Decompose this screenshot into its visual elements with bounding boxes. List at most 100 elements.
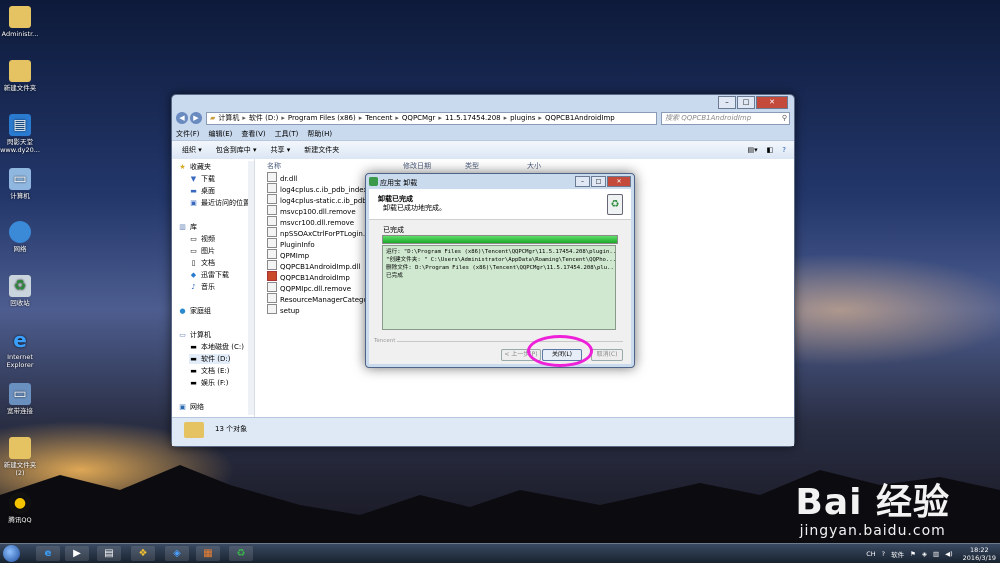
nav-homegroup[interactable]: ● 家庭组 [178, 306, 211, 316]
file-row[interactable]: msvcp100.dll.remove [267, 205, 356, 216]
nav-documents[interactable]: ▯ 文档 [189, 258, 215, 268]
close-button[interactable]: ✕ [756, 96, 788, 109]
nav-network[interactable]: ▣ 网络 [178, 402, 204, 412]
view-options-icon[interactable]: ▤▾ [748, 146, 758, 154]
col-type[interactable]: 类型 [465, 161, 479, 171]
dll-file-icon [267, 227, 277, 237]
search-icon[interactable]: ⚲ [782, 113, 787, 124]
taskbar-security-icon[interactable]: ◈ [165, 546, 189, 561]
file-row[interactable]: setup [267, 304, 300, 315]
organize-button[interactable]: 组织 ▾ [182, 145, 202, 155]
details-log[interactable]: 运行: "D:\Program Files (x86)\Tencent\QQPC… [382, 245, 616, 330]
address-bar[interactable]: ▰ 计算机 ▸ 软件 (D:) ▸ Program Files (x86) ▸ Ten… [206, 111, 657, 125]
back-button[interactable]: ◀ [176, 112, 188, 124]
file-row[interactable]: dr.dll [267, 172, 297, 183]
broadband-icon: ▭ [9, 383, 31, 405]
new-folder-button[interactable]: 新建文件夹 [304, 145, 339, 155]
share-button[interactable]: 共享 ▾ [271, 145, 291, 155]
minimize-button[interactable]: – [718, 96, 736, 109]
input-language[interactable]: CH [866, 550, 875, 558]
help-icon[interactable]: ? [882, 550, 885, 558]
dialog-maximize-button[interactable]: □ [591, 176, 606, 187]
file-row[interactable]: log4cplus.c.ib_pdb_index [267, 183, 368, 194]
taskbar-ie-icon[interactable]: e [36, 546, 60, 561]
nav-drive-d[interactable]: ▬ 软件 (D:) [189, 354, 231, 364]
dll-file-icon [267, 260, 277, 270]
desktop-icon-network[interactable]: 网络 [0, 221, 40, 253]
nav-downloads[interactable]: ▼ 下载 [189, 174, 215, 184]
uninstall-dialog[interactable]: 应用宝 卸载 – □ ✕ 卸载已完成 卸载已成功地完成。 ♻ 已完成 运行: "… [365, 173, 635, 368]
desktop-icon-recycle-bin[interactable]: ♻ 回收站 [0, 275, 40, 307]
nav-computer[interactable]: ▭ 计算机 [178, 330, 211, 340]
breadcrumb-tencent[interactable]: Tencent [365, 114, 392, 122]
breadcrumb-qqpcmgr[interactable]: QQPCMgr [402, 114, 436, 122]
nav-scrollbar[interactable] [248, 161, 254, 415]
file-row[interactable]: npSSOAxCtrlForPTLogin.dll [267, 227, 373, 238]
dialog-close-x-button[interactable]: ✕ [607, 176, 631, 187]
clock[interactable]: 18:22 2016/3/19 [963, 546, 996, 562]
breadcrumb-drive-d[interactable]: 软件 (D:) [249, 113, 278, 123]
preview-pane-icon[interactable]: ◧ [767, 146, 774, 154]
nav-pictures[interactable]: ▭ 图片 [189, 246, 215, 256]
menu-tools[interactable]: 工具(T) [275, 129, 299, 139]
taskbar-app-icon[interactable]: ❖ [131, 546, 155, 561]
file-row[interactable]: PluginInfo [267, 238, 315, 249]
file-row[interactable]: QPMImp [267, 249, 309, 260]
desktop-icon-administrator[interactable]: Administr... [0, 6, 40, 38]
file-row[interactable]: QQPCB1AndroidImp.dll [267, 260, 360, 271]
help-icon[interactable]: ? [782, 146, 786, 154]
flag-icon[interactable]: ⚑ [910, 550, 916, 558]
start-button[interactable] [3, 545, 20, 562]
desktop-icon-computer[interactable]: ▭ 计算机 [0, 168, 40, 200]
nav-videos[interactable]: ▭ 视频 [189, 234, 215, 244]
taskbar-media-player-icon[interactable]: ▶ [65, 546, 89, 561]
watermark-brand: Bai 经验 [795, 482, 950, 523]
taskbar-grid-app-icon[interactable]: ▦ [196, 546, 220, 561]
breadcrumb-plugins[interactable]: plugins [510, 114, 535, 122]
file-icon [267, 194, 277, 204]
title-bar[interactable] [172, 95, 794, 109]
file-row[interactable]: msvcr100.dll.remove [267, 216, 354, 227]
file-row[interactable]: QQPMIpc.dll.remove [267, 282, 351, 293]
cancel-button[interactable]: 取消(C) [591, 349, 623, 361]
nav-libraries[interactable]: ▥ 库 [178, 222, 197, 232]
nav-drive-f[interactable]: ▬ 娱乐 (F:) [189, 378, 228, 388]
menu-file[interactable]: 文件(F) [176, 129, 200, 139]
dialog-minimize-button[interactable]: – [575, 176, 590, 187]
desktop-icon-new-folder[interactable]: 新建文件夹 [0, 60, 40, 92]
folder-icon [9, 437, 31, 459]
shield-icon[interactable]: ◈ [922, 550, 927, 558]
search-input[interactable]: 搜索 QQPCB1AndroidImp ⚲ [661, 111, 790, 125]
nav-music[interactable]: ♪ 音乐 [189, 282, 215, 292]
col-size[interactable]: 大小 [527, 161, 541, 171]
taskbar-uninstaller-icon[interactable]: ♻ [229, 546, 253, 561]
nav-drive-e[interactable]: ▬ 文档 (E:) [189, 366, 229, 376]
include-in-library-button[interactable]: 包含到库中 ▾ [216, 145, 257, 155]
nav-drive-c[interactable]: ▬ 本地磁盘 (C:) [189, 342, 244, 352]
col-modified[interactable]: 修改日期 [403, 161, 431, 171]
menu-help[interactable]: 帮助(H) [307, 129, 332, 139]
breadcrumb-program-files[interactable]: Program Files (x86) [288, 114, 356, 122]
desktop-icon-new-folder-2[interactable]: 新建文件夹 (2) [0, 437, 40, 477]
ime-label[interactable]: 软件 [891, 549, 904, 559]
file-row[interactable]: QQPCB1AndroidImp [267, 271, 350, 282]
desktop-icon-internet-explorer[interactable]: e Internet Explorer [0, 329, 40, 369]
maximize-button[interactable]: □ [737, 96, 755, 109]
nav-thunder-downloads[interactable]: ◆ 迅雷下载 [189, 270, 229, 280]
menu-view[interactable]: 查看(V) [241, 129, 265, 139]
col-name[interactable]: 名称 [267, 161, 281, 171]
breadcrumb-version[interactable]: 11.5.17454.208 [445, 114, 501, 122]
desktop-icon-broadband[interactable]: ▭ 宽带连接 [0, 383, 40, 415]
nav-favorites[interactable]: ★ 收藏夹 [178, 162, 211, 172]
taskbar-explorer-icon[interactable]: ▤ [97, 546, 121, 561]
desktop-icon-dy2018[interactable]: ▤ 閃影天堂 www.dy20... [0, 114, 40, 154]
network-icon[interactable]: ▥ [933, 550, 939, 558]
menu-edit[interactable]: 编辑(E) [209, 129, 233, 139]
breadcrumb-current[interactable]: QQPCB1AndroidImp [545, 114, 615, 122]
forward-button[interactable]: ▶ [190, 112, 202, 124]
breadcrumb-computer[interactable]: 计算机 [218, 113, 239, 123]
desktop-icon-qq[interactable]: ● 腾讯QQ [0, 492, 40, 524]
nav-recent[interactable]: ▣ 最近访问的位置 [189, 198, 250, 208]
nav-desktop[interactable]: ▬ 桌面 [189, 186, 215, 196]
volume-icon[interactable]: ◀) [945, 550, 953, 558]
